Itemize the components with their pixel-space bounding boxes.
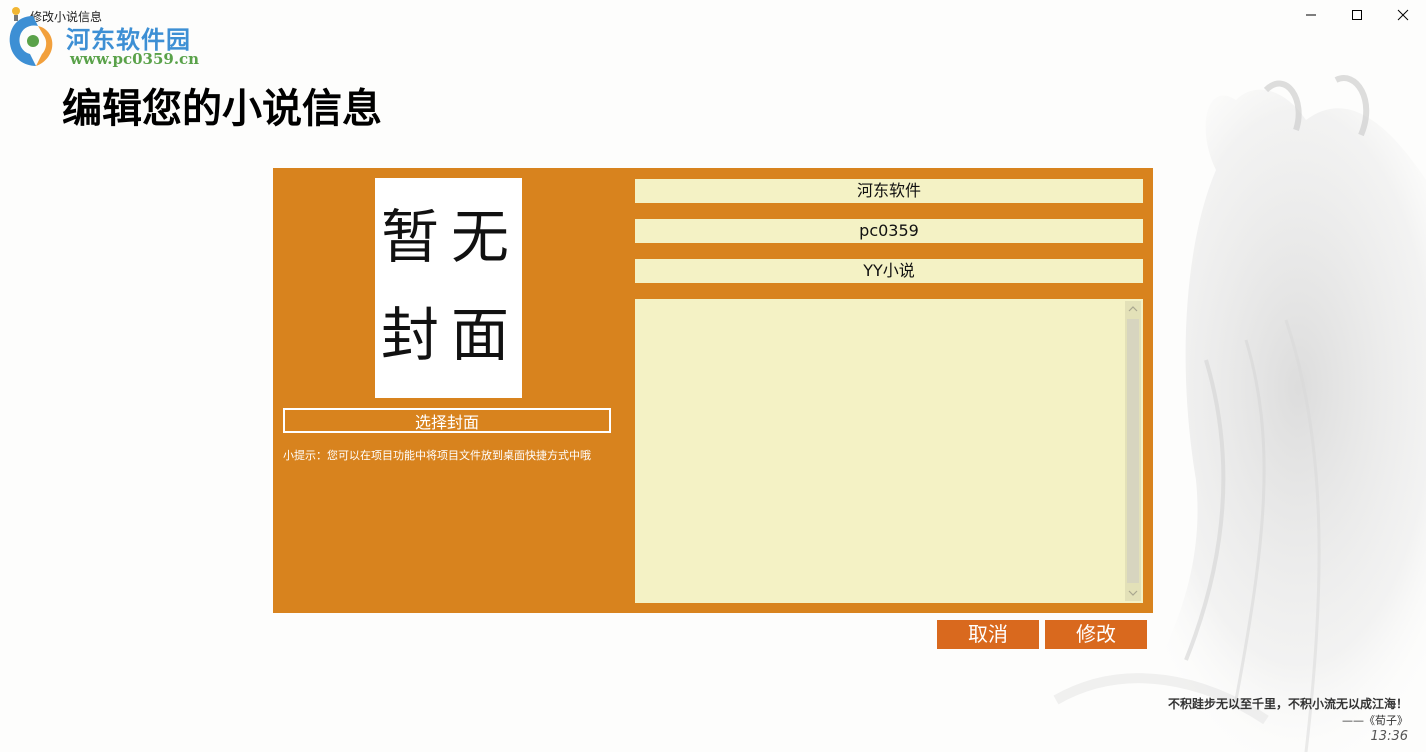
chevron-down-icon <box>1128 590 1138 596</box>
novel-name-input[interactable] <box>635 179 1143 203</box>
novel-info-panel: 暂 无 封 面 选择封面 小提示：您可以在项目功能中将项目文件放到桌面快捷方式中… <box>273 168 1153 613</box>
modify-button[interactable]: 修改 <box>1045 620 1147 649</box>
description-scrollbar[interactable] <box>1125 301 1141 601</box>
cover-char: 面 <box>451 301 510 369</box>
cover-image: 暂 无 封 面 <box>375 178 522 398</box>
maximize-button[interactable] <box>1334 0 1380 30</box>
watermark-url: www.pc0359.cn <box>70 50 200 68</box>
cover-char: 封 <box>381 301 440 369</box>
scroll-down-button[interactable] <box>1125 585 1141 601</box>
cover-char: 暂 <box>381 203 440 271</box>
close-icon <box>1397 9 1409 21</box>
hint-text: 小提示：您可以在项目功能中将项目文件放到桌面快捷方式中哦 <box>283 449 591 462</box>
watermark-logo-icon <box>9 16 53 66</box>
scroll-thumb[interactable] <box>1127 319 1139 583</box>
footer-quote-source: ——《荀子》 <box>1342 714 1408 727</box>
watermark: 河东软件园 www.pc0359.cn <box>4 10 214 70</box>
scroll-up-button[interactable] <box>1125 301 1141 317</box>
footer-quote: 不积跬步无以至千里，不积小流无以成江海！ <box>1167 697 1408 711</box>
chevron-up-icon <box>1128 306 1138 312</box>
category-input[interactable] <box>635 259 1143 283</box>
cancel-button[interactable]: 取消 <box>937 620 1039 649</box>
minimize-icon <box>1306 14 1316 16</box>
maximize-icon <box>1352 10 1362 20</box>
minimize-button[interactable] <box>1288 0 1334 30</box>
cover-char: 无 <box>451 203 510 271</box>
close-button[interactable] <box>1380 0 1426 30</box>
author-input[interactable] <box>635 219 1143 243</box>
page-title: 编辑您的小说信息 <box>62 86 382 132</box>
description-textarea[interactable] <box>635 299 1143 603</box>
choose-cover-button[interactable]: 选择封面 <box>283 408 611 433</box>
clock: 13:36 <box>1370 729 1408 744</box>
